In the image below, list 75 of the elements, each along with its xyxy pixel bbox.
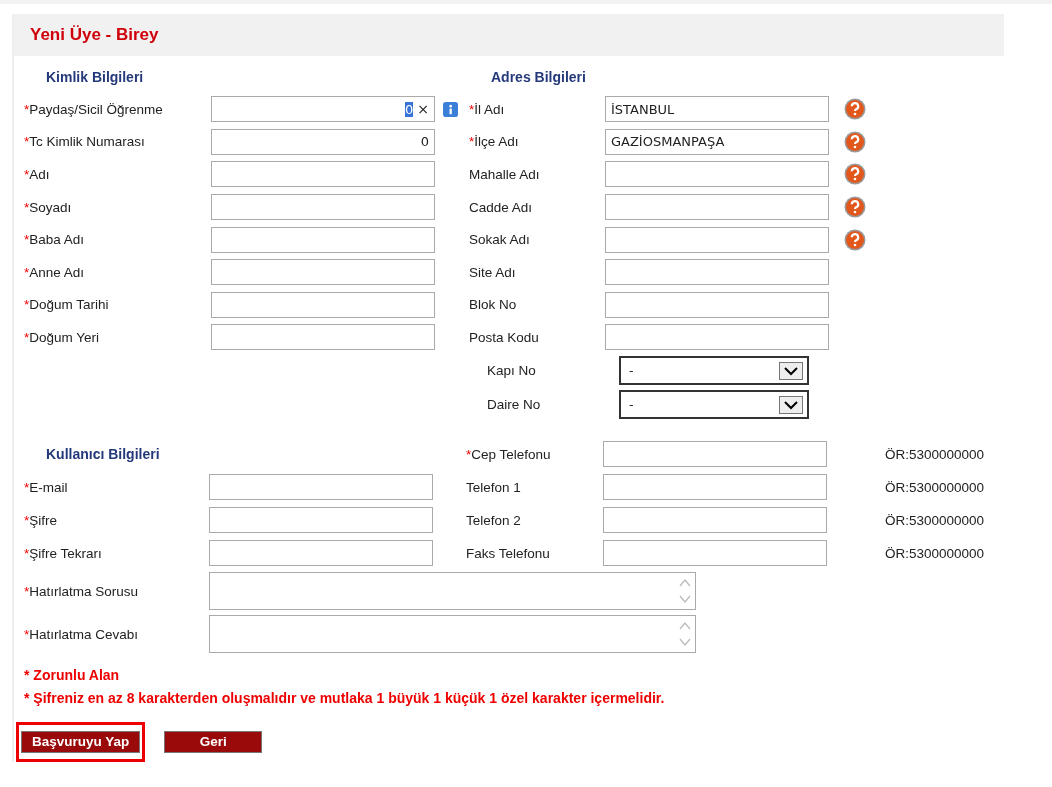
input-field[interactable]: [603, 507, 827, 534]
input-field[interactable]: [605, 161, 829, 188]
input-field[interactable]: [209, 474, 433, 501]
note-text: * Şifreniz en az 8 karakterden oluşmalıdır ve mutlaka 1 büyük 1 küçük 1 özel karakter içermelidir.: [24, 688, 666, 708]
field-label: Telefon 1: [466, 479, 522, 495]
format-hint: ÖR:5300000000: [885, 446, 985, 462]
format-hint: ÖR:5300000000: [885, 545, 985, 561]
input-field[interactable]: 0 ×: [211, 96, 435, 123]
field-label: *Doğum Tarihi: [24, 297, 110, 313]
field-label: Cadde Adı: [469, 199, 534, 215]
help-icon[interactable]: [844, 163, 866, 186]
field-label: *Doğum Yeri: [24, 329, 101, 345]
text-area[interactable]: [209, 615, 696, 654]
info-icon[interactable]: [443, 101, 458, 117]
field-label: *Baba Adı: [24, 232, 86, 248]
field-label: *İlçe Adı: [469, 134, 520, 150]
input-field[interactable]: [603, 474, 827, 501]
dropdown[interactable]: -: [619, 356, 809, 386]
text-area[interactable]: [209, 572, 696, 611]
field-label: *Soyadı: [24, 199, 73, 215]
input-field[interactable]: [605, 324, 829, 351]
field-label: *E-mail: [24, 479, 69, 495]
help-icon[interactable]: [844, 98, 866, 121]
page-title: Yeni Üye - Birey: [30, 25, 159, 45]
field-label: Faks Telefonu: [466, 545, 551, 561]
field-label: *Hatırlatma Cevabı: [24, 626, 140, 642]
section-heading: Kimlik Bilgileri: [45, 69, 145, 87]
section-heading: Kullanıcı Bilgileri: [45, 446, 160, 463]
field-label: *Şifre: [24, 512, 59, 528]
form-button[interactable]: Geri: [164, 730, 263, 753]
input-field[interactable]: [211, 291, 435, 318]
field-label: *Şifre Tekrarı: [24, 545, 103, 561]
field-label: Posta Kodu: [469, 329, 540, 345]
input-field[interactable]: 0: [211, 128, 435, 155]
field-label: Kapı No: [486, 363, 537, 379]
section-heading: Adres Bilgileri: [490, 69, 587, 87]
help-icon[interactable]: [844, 228, 866, 251]
input-field[interactable]: [211, 324, 435, 351]
input-field[interactable]: İSTANBUL: [605, 96, 829, 123]
format-hint: ÖR:5300000000: [885, 512, 985, 528]
field-label: *Paydaş/Sicil Öğrenme: [24, 101, 164, 117]
input-field[interactable]: [211, 259, 435, 286]
field-label: Mahalle Adı: [469, 167, 541, 182]
input-field[interactable]: [209, 540, 433, 567]
field-label: Blok No: [469, 297, 518, 313]
dropdown[interactable]: -: [619, 390, 809, 420]
input-field[interactable]: [603, 441, 827, 468]
input-field[interactable]: [603, 540, 827, 567]
help-icon[interactable]: [844, 196, 866, 219]
field-label: *Hatırlatma Sorusu: [24, 583, 140, 599]
input-field[interactable]: [211, 161, 435, 188]
field-label: *Tc Kimlik Numarası: [24, 134, 146, 150]
form-button[interactable]: Başvuruyu Yap: [21, 730, 141, 753]
note-text: * Zorunlu Alan: [24, 665, 121, 685]
format-hint: ÖR:5300000000: [885, 479, 985, 495]
field-label: Sokak Adı: [469, 232, 531, 248]
caret-icon: [779, 361, 803, 380]
input-field[interactable]: [605, 194, 829, 221]
field-label: Daire No: [486, 397, 542, 413]
input-field[interactable]: [605, 291, 829, 318]
field-label: Site Adı: [469, 264, 517, 280]
input-field[interactable]: GAZİOSMANPAŞA: [605, 128, 829, 155]
help-icon[interactable]: [844, 130, 866, 153]
input-field[interactable]: [605, 226, 829, 253]
input-field[interactable]: [211, 226, 435, 253]
input-field[interactable]: [211, 194, 435, 221]
input-field[interactable]: [605, 259, 829, 286]
clear-button[interactable]: ×: [417, 101, 429, 118]
field-label: *Anne Adı: [24, 264, 86, 280]
input-field[interactable]: [209, 507, 433, 534]
field-label: *İl Adı: [469, 101, 506, 117]
field-label: *Cep Telefonu: [466, 446, 552, 462]
caret-icon: [779, 395, 803, 414]
field-label: *Adı: [24, 167, 51, 182]
field-label: Telefon 2: [466, 512, 522, 528]
